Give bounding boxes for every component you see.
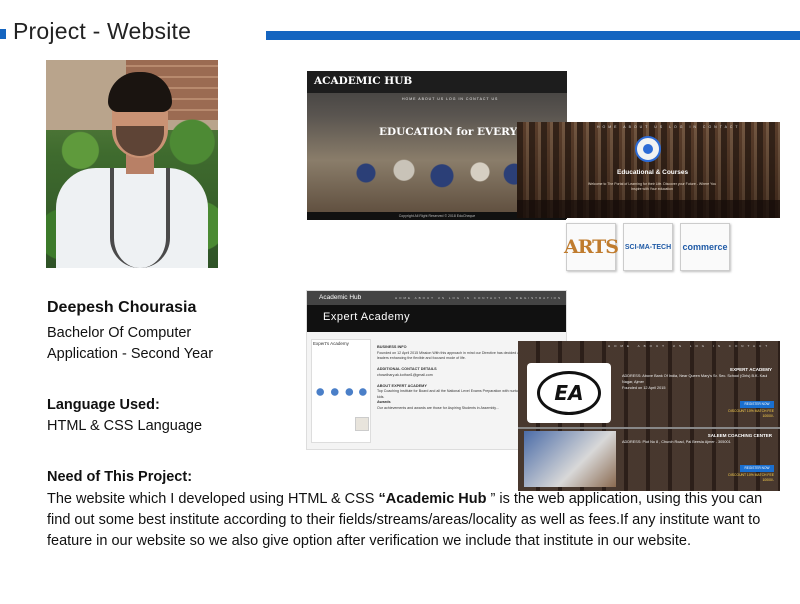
shot4-nav: HOME ABOUT US LOG IN CONTACT (608, 344, 772, 348)
shot3-banner-text: Expert Academy (323, 311, 411, 323)
listing-2-address: ADDRESS: Plot No 8 , Church Road, Pal Be… (622, 440, 731, 444)
degree-line-1: Bachelor Of Computer (47, 325, 192, 341)
project-description: The website which I developed using HTML… (47, 489, 787, 552)
register-button-1[interactable]: REGISTER NOW (740, 401, 774, 408)
stream-tiles: ARTS SCI-MA-TECH commerce (564, 219, 780, 274)
shot3-map-icon (355, 417, 369, 431)
page-title: Project - Website (13, 18, 192, 44)
discount-text-2: DISCOUNT 10% MATCH FEE 10000/- (728, 473, 774, 482)
discount-text-1: DISCOUNT 10% MATCH FEE 10000/- (728, 409, 774, 418)
about-head: ABOUT EXPERT ACADEMY (377, 383, 427, 388)
shot2-fine-print: Welcome to The Portal of Learning for th… (587, 182, 717, 191)
title-accent-bar (266, 31, 800, 40)
shot4-listing-1: EXPERT ACADEMY ADDRESS: Above Bank Of In… (622, 367, 772, 391)
shot4-listing-2-image (524, 431, 616, 487)
listing-1-founded: Founded on 12 April 2015 (622, 386, 666, 390)
shot3-nav: HOME ABOUT US LOG IN CONTACT US REGISTRA… (395, 296, 563, 300)
shot2-logo-icon (635, 136, 661, 162)
commerce-tile: commerce (680, 223, 730, 271)
degree-line-2: Application - Second Year (47, 346, 214, 362)
profile-photo (46, 60, 218, 268)
title-bullet (0, 29, 6, 39)
shot2-label: Educational & Courses (617, 169, 689, 176)
contact-head: ADDITIONAL CONTACT DETAILS (377, 367, 437, 371)
language-value: HTML & CSS Language (47, 418, 203, 434)
register-button-2[interactable]: REGISTER NOW (740, 465, 774, 472)
shot4-listing-2: SALEEM COACHING CENTER ADDRESS: Plot No … (622, 433, 772, 445)
ea-logo-icon: EA (527, 363, 611, 423)
screenshot-expert-academy-listing: HOME ABOUT US LOG IN CONTACT EA EXPERT A… (518, 341, 780, 491)
shot1-nav: HOME ABOUT US LOG IN CONTACT US (402, 97, 499, 101)
screenshot-educational-courses: HOME ABOUT US LOG IN CONTACT Educational… (517, 122, 780, 218)
student-degree: Bachelor Of Computer Application - Secon… (47, 323, 267, 365)
shot2-nav: HOME ABOUT US LOG IN CONTACT (597, 125, 741, 129)
shot3-card-title: Expert's Academy (313, 341, 349, 346)
listing-1-address: ADDRESS: Above Bank Of India, Near Queen… (622, 374, 768, 384)
awards-head: Awards (377, 400, 391, 404)
awards-text: Our achievements and awards are those fo… (377, 405, 499, 410)
language-heading: Language Used: (47, 397, 160, 413)
student-name: Deepesh Chourasia (47, 299, 197, 316)
need-heading: Need of This Project: (47, 469, 193, 485)
description-part-1: The website which I developed using HTML… (47, 491, 379, 507)
arts-tile: ARTS (564, 223, 619, 271)
contact-text: chowdhary.ak.kothari1@gmail.com (377, 372, 433, 377)
business-head: BUSINESS INFO (377, 345, 407, 349)
academic-hub-highlight: “Academic Hub (378, 491, 487, 507)
science-tile: SCI-MA-TECH (623, 223, 673, 271)
shot1-brand: ACADEMIC HUB (314, 75, 413, 87)
shot3-brand: Academic Hub (319, 294, 362, 301)
shot3-action-icons (315, 387, 367, 397)
